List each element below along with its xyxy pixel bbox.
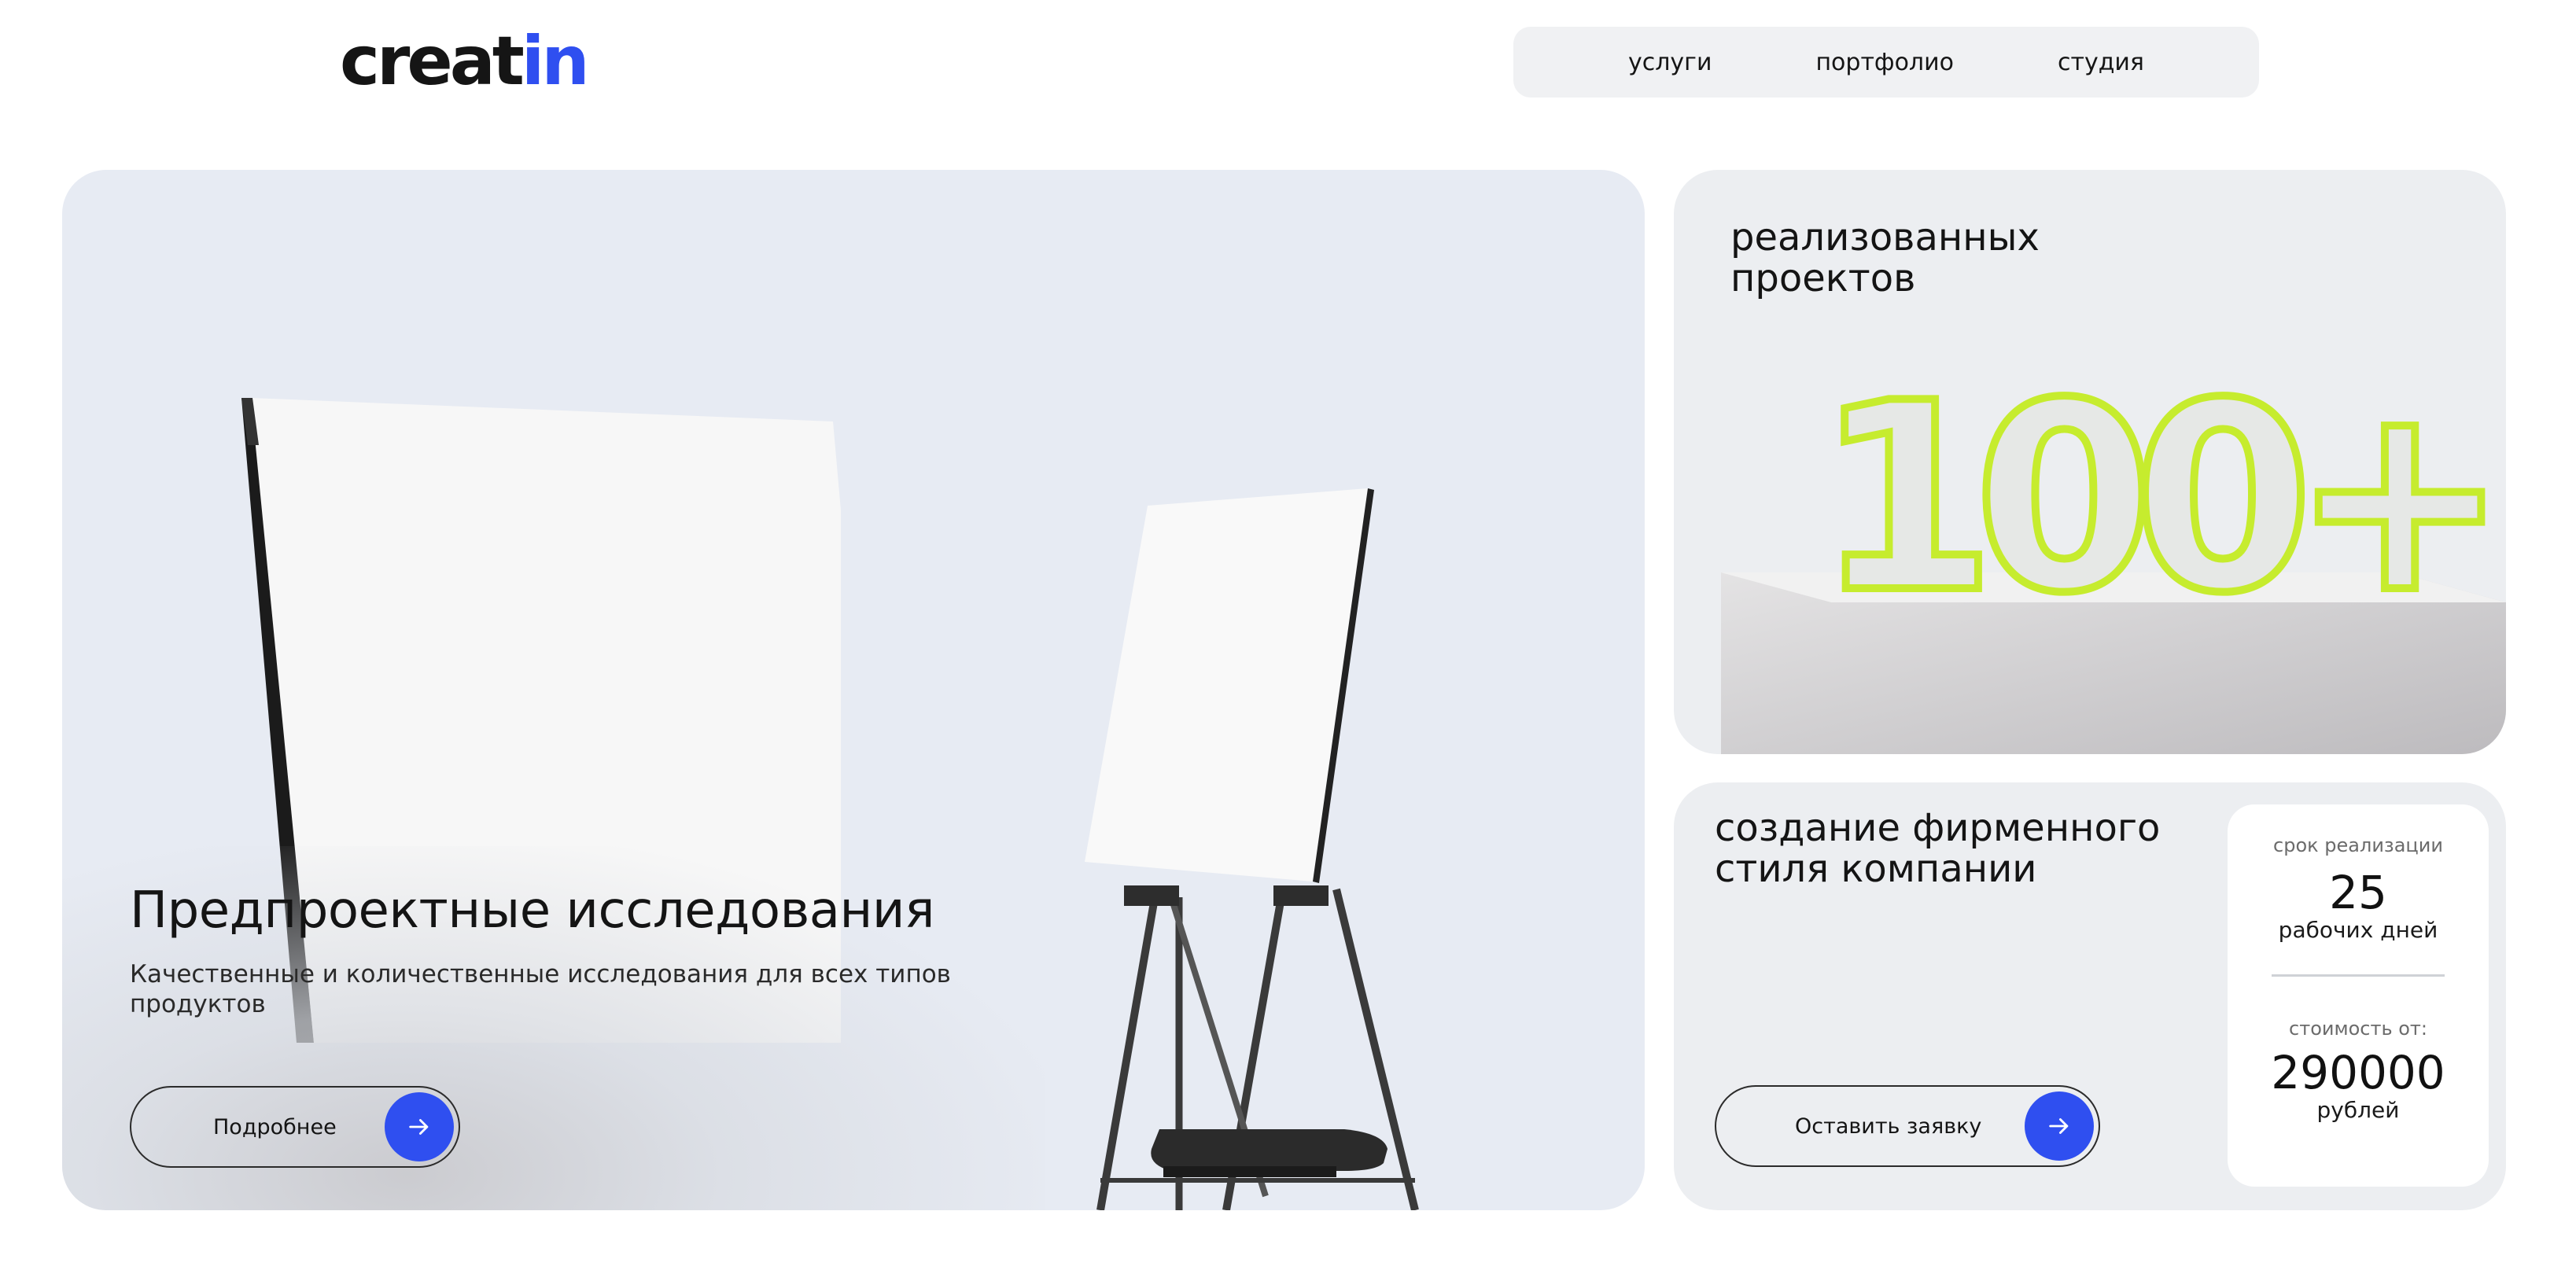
term-unit: рабочих дней [2278, 917, 2438, 943]
hero-title: Предпроектные исследования [130, 882, 934, 940]
price-label: стоимость от: [2289, 1018, 2427, 1040]
term-value: 25 [2329, 866, 2387, 919]
logo-text-accent: in [521, 22, 590, 101]
branding-card: создание фирменного стиля компании Остав… [1674, 782, 2506, 1210]
projects-card: реализованных проектов 100+ [1674, 170, 2506, 754]
price-value: 290000 [2271, 1046, 2445, 1099]
nav-item-portfolio[interactable]: портфолио [1815, 49, 1954, 76]
price-divider [2272, 974, 2445, 977]
easel-illustration [1085, 488, 1419, 1210]
more-button[interactable]: Подробнее [130, 1086, 460, 1168]
nav-item-services[interactable]: услуги [1628, 49, 1712, 76]
price-box: срок реализации 25 рабочих дней стоимост… [2228, 804, 2489, 1187]
main-nav: услуги портфолио студия [1513, 27, 2259, 98]
price-unit: рублей [2316, 1097, 2400, 1123]
projects-count: 100+ [1815, 366, 2486, 650]
projects-label: реализованных проектов [1730, 215, 2040, 300]
arrow-right-icon [2025, 1091, 2094, 1161]
submit-request-button[interactable]: Оставить заявку [1715, 1085, 2100, 1167]
branding-title: создание фирменного стиля компании [1715, 806, 2161, 891]
nav-item-studio[interactable]: студия [2058, 49, 2144, 76]
more-button-label: Подробнее [213, 1114, 337, 1139]
hero-card: Предпроектные исследования Качественные … [62, 170, 1645, 1210]
term-label: срок реализации [2273, 834, 2443, 856]
hero-description: Качественные и количественные исследован… [130, 960, 951, 1018]
projects-count-graphic: 100+ [1721, 366, 2506, 754]
logo-text-main: creat [340, 22, 525, 101]
arrow-right-icon [385, 1092, 454, 1161]
submit-request-label: Оставить заявку [1795, 1114, 1982, 1139]
logo[interactable]: creatin [340, 28, 590, 95]
